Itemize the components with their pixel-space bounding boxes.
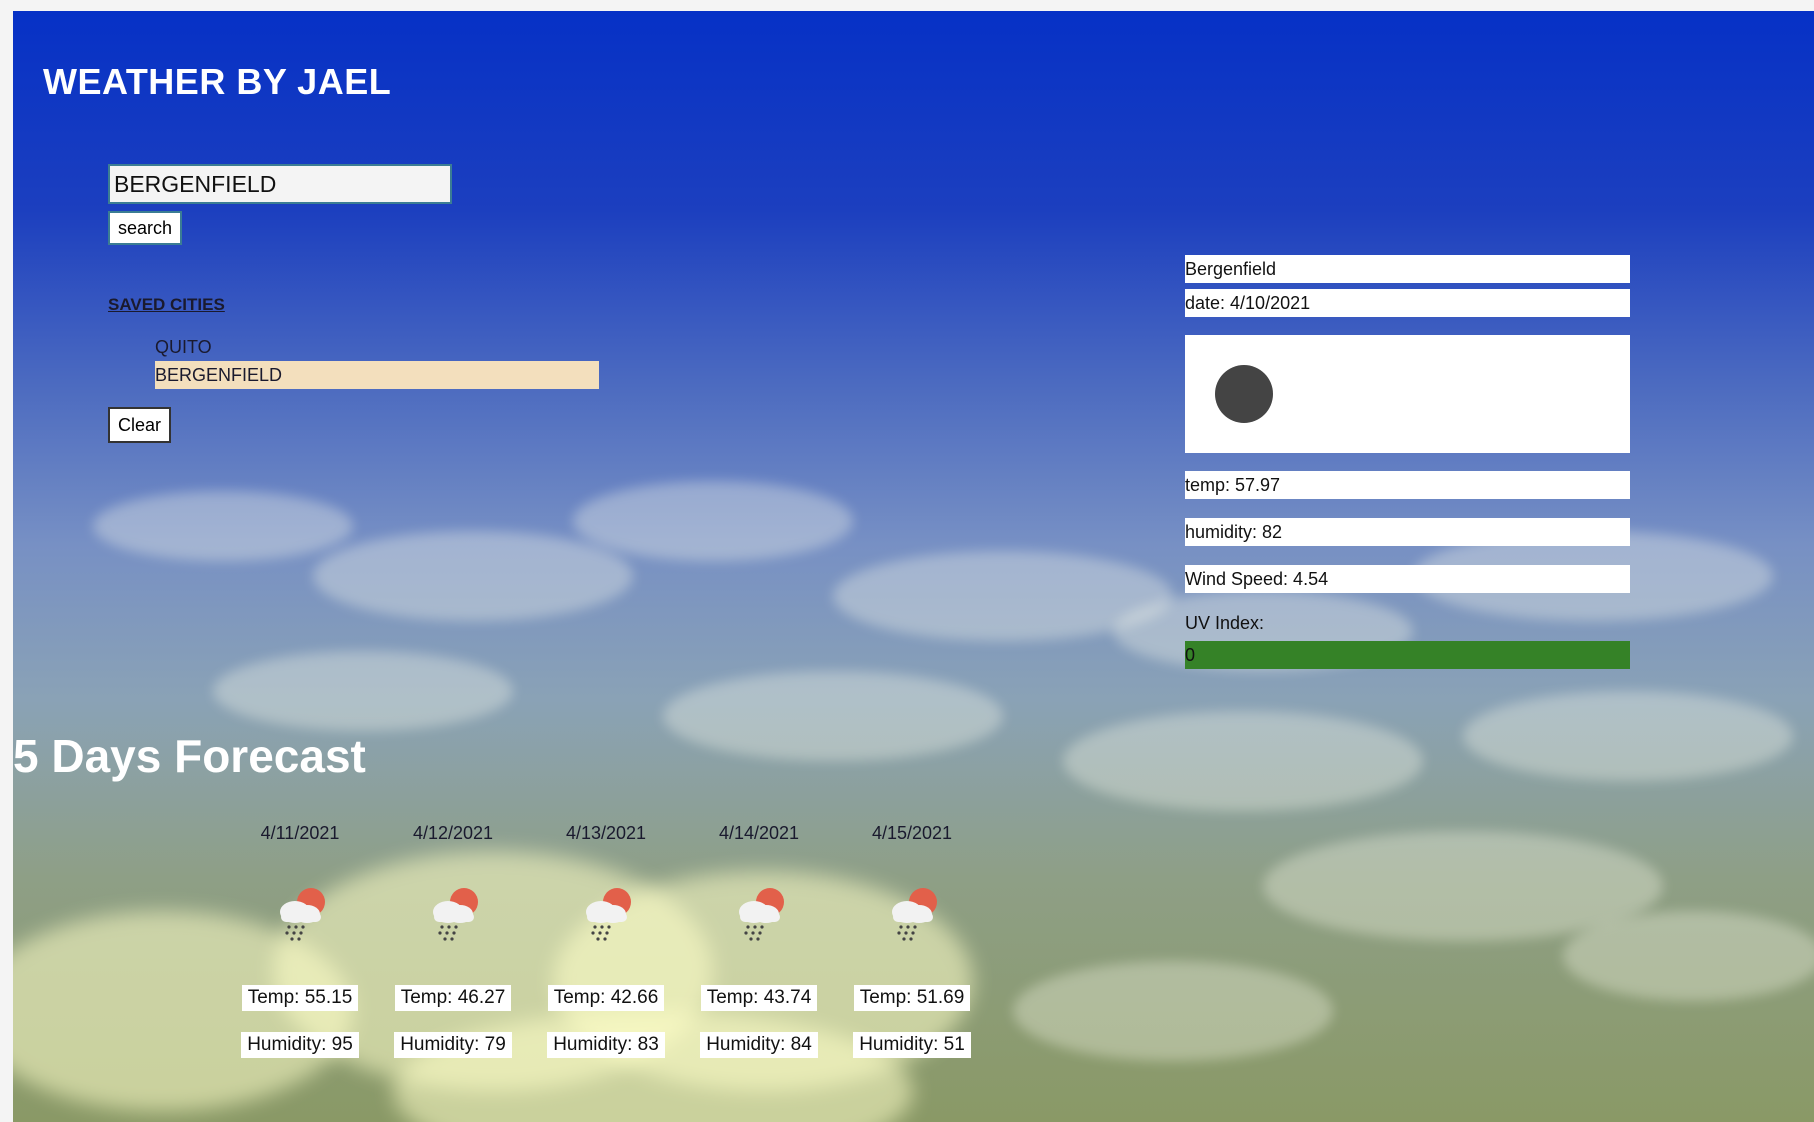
forecast-temp: Temp: 51.69 [853, 985, 971, 1011]
rain-sun-cloud-icon [433, 888, 478, 941]
current-temp: temp: 57.97 [1185, 471, 1630, 499]
forecast-date: 4/14/2021 [718, 823, 800, 843]
forecast-humidity: Humidity: 84 [700, 1032, 818, 1058]
cloud [1013, 961, 1333, 1061]
current-weather-icon-box [1185, 335, 1630, 453]
cloud [313, 531, 633, 621]
cloud [573, 481, 853, 561]
forecast-card: 4/11/2021 Temp: 55.15 Humidity: 95 [233, 819, 367, 1059]
current-wind-speed: Wind Speed: 4.54 [1185, 565, 1630, 593]
sky-background: WEATHER BY JAEL search SAVED CITIES QUIT… [13, 11, 1814, 1122]
forecast-date: 4/15/2021 [871, 823, 953, 843]
current-city-name: Bergenfield [1185, 255, 1630, 283]
cloud [1463, 691, 1793, 781]
forecast-temp: Temp: 43.74 [700, 985, 818, 1011]
cloud [1063, 711, 1423, 811]
saved-city-item-active[interactable]: BERGENFIELD [155, 361, 599, 389]
page-title: WEATHER BY JAEL [43, 61, 392, 102]
rain-sun-cloud-icon [280, 888, 325, 941]
forecast-humidity: Humidity: 83 [547, 1032, 665, 1058]
cloud [93, 491, 353, 561]
forecast-temp: Temp: 55.15 [241, 985, 359, 1011]
dark-circle-icon [1215, 365, 1273, 423]
forecast-humidity: Humidity: 51 [853, 1032, 971, 1058]
forecast-card: 4/14/2021 Temp: 43.74 Humidity: 84 [692, 819, 826, 1059]
forecast-humidity: Humidity: 79 [394, 1032, 512, 1058]
uv-index-value: 0 [1185, 641, 1630, 669]
uv-index-label: UV Index: [1185, 613, 1265, 633]
saved-cities-list: QUITO BERGENFIELD [155, 333, 599, 389]
forecast-row: 4/11/2021 Temp: 55.15 Humidity: 95 4/12/… [233, 819, 979, 1059]
forecast-date: 4/13/2021 [565, 823, 647, 843]
forecast-card: 4/12/2021 Temp: 46.27 Humidity: 79 [386, 819, 520, 1059]
clear-button[interactable]: Clear [108, 407, 172, 443]
cloud [1563, 911, 1814, 1001]
cloud [213, 651, 513, 731]
forecast-humidity: Humidity: 95 [241, 1032, 359, 1058]
search-button[interactable]: search [108, 211, 183, 245]
cloud [663, 671, 1003, 761]
forecast-date: 4/11/2021 [260, 823, 340, 843]
rain-sun-cloud-icon [892, 888, 937, 941]
city-search-input[interactable] [108, 164, 452, 204]
current-humidity: humidity: 82 [1185, 518, 1630, 546]
current-date: date: 4/10/2021 [1185, 289, 1630, 317]
forecast-temp: Temp: 42.66 [547, 985, 665, 1011]
saved-cities-heading: SAVED CITIES [108, 295, 225, 314]
forecast-date: 4/12/2021 [412, 823, 494, 843]
rain-sun-cloud-icon [586, 888, 631, 941]
forecast-title: 5 Days Forecast [13, 730, 366, 782]
rain-sun-cloud-icon [739, 888, 784, 941]
forecast-temp: Temp: 46.27 [394, 985, 512, 1011]
forecast-card: 4/15/2021 Temp: 51.69 Humidity: 51 [845, 819, 979, 1059]
forecast-card: 4/13/2021 Temp: 42.66 Humidity: 83 [539, 819, 673, 1059]
saved-city-item[interactable]: QUITO [155, 333, 599, 361]
